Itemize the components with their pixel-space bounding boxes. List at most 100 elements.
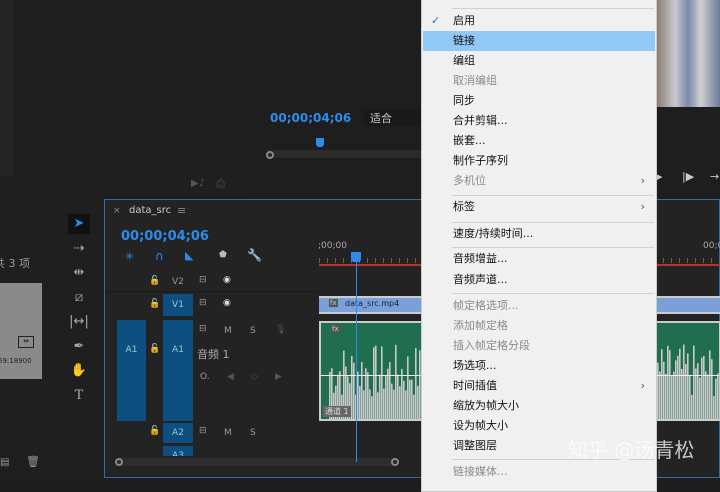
menu-item[interactable]: 嵌套... xyxy=(423,131,655,151)
waveform-bar xyxy=(699,377,701,419)
waveform-bar xyxy=(353,362,355,419)
waveform-bar xyxy=(393,389,395,419)
menu-item-label: 标签 xyxy=(453,200,475,213)
menu-item[interactable]: 多机位 › xyxy=(423,171,655,191)
menu-item[interactable]: 音频增益... xyxy=(423,249,655,269)
snap-icon[interactable]: ∩ xyxy=(155,249,164,263)
next-keyframe-icon[interactable]: ▶ xyxy=(275,372,282,382)
menu-item[interactable]: 取消编组 xyxy=(423,71,655,91)
track-a1-label[interactable]: A1 xyxy=(163,320,193,421)
program-zoom-handle[interactable] xyxy=(266,151,274,159)
menu-item-label: 帧定格选项... xyxy=(453,299,519,312)
menu-item[interactable]: 缩放为帧大小 xyxy=(423,396,655,416)
track-v1-label[interactable]: V1 xyxy=(163,294,193,316)
voiceover-mic-icon[interactable]: 🎙 xyxy=(275,325,286,335)
lock-icon[interactable]: 🔓 xyxy=(149,299,160,309)
clip-thumbnail[interactable]: ⇹ 59:18900 xyxy=(0,283,42,379)
type-tool-icon[interactable]: T xyxy=(68,386,90,406)
timeline-timecode[interactable]: 00;00;04;06 xyxy=(121,229,209,244)
track-a2-label[interactable]: A2 xyxy=(163,423,193,443)
menu-item[interactable]: 设为帧大小 xyxy=(423,416,655,436)
menu-item[interactable]: 插入帧定格分段 xyxy=(423,336,655,356)
trash-icon[interactable]: 🗑 xyxy=(26,455,40,468)
menu-item[interactable]: 时间插值 › xyxy=(423,376,655,396)
hand-tool-icon[interactable]: ✋ xyxy=(68,361,90,381)
menu-item[interactable]: 制作子序列 xyxy=(423,151,655,171)
menu-item[interactable]: 场选项... xyxy=(423,356,655,376)
menu-separator xyxy=(452,195,654,196)
menu-item[interactable]: 同步 xyxy=(423,91,655,111)
program-playhead[interactable] xyxy=(316,138,324,147)
step-forward-icon[interactable]: |▶ xyxy=(682,170,694,183)
timeline-playhead[interactable] xyxy=(351,252,361,262)
toggle-sync-icon[interactable]: ⊟ xyxy=(199,298,207,308)
mute-button[interactable]: M xyxy=(224,428,232,438)
toggle-sync-icon[interactable]: ⊟ xyxy=(199,275,207,285)
lock-icon[interactable]: 🔓 xyxy=(149,276,160,286)
solo-button[interactable]: S xyxy=(250,428,256,438)
waveform-bar xyxy=(371,396,373,419)
menu-item[interactable]: 标签 › xyxy=(423,197,655,217)
new-item-icon[interactable]: ▤ xyxy=(0,457,9,468)
menu-item[interactable]: 速度/持续时间... xyxy=(423,224,655,244)
waveform-bar xyxy=(403,380,405,419)
eye-icon[interactable]: ◉ xyxy=(223,298,231,308)
sequence-tab[interactable]: data_src xyxy=(129,205,171,216)
menu-item[interactable]: 添加帧定格 xyxy=(423,316,655,336)
razor-tool-icon[interactable]: ⧄ xyxy=(68,288,90,308)
track-v2-label[interactable]: V2 xyxy=(172,277,184,287)
menu-item[interactable]: 编组 xyxy=(423,51,655,71)
menu-item-label: 合并剪辑... xyxy=(453,114,508,127)
ripple-edit-tool-icon[interactable]: ⇹ xyxy=(68,263,90,283)
selection-tool-icon[interactable]: ➤ xyxy=(68,214,90,234)
panel-menu-icon[interactable]: ≡ xyxy=(177,204,186,217)
menu-item[interactable]: ✓ 启用 xyxy=(423,11,655,31)
menu-item[interactable]: 链接 xyxy=(423,31,655,51)
export-frame-icon[interactable]: ⎙ xyxy=(216,177,225,191)
tools-panel: ➤ ⇢ ⇹ ⧄ |↔| ✒ ✋ T xyxy=(60,199,102,478)
prev-keyframe-icon[interactable]: ◀ xyxy=(227,372,234,382)
menu-item-label: 场选项... xyxy=(453,359,497,372)
settings-wrench-icon[interactable]: 🔧 xyxy=(247,248,262,262)
waveform-bar xyxy=(669,350,671,419)
track-a1-name[interactable]: 音频 1 xyxy=(197,346,230,362)
waveform-bar xyxy=(417,385,419,419)
menu-item-label: 添加帧定格 xyxy=(453,319,508,332)
eye-icon[interactable]: ◉ xyxy=(223,275,231,285)
menu-item[interactable]: 合并剪辑... xyxy=(423,111,655,131)
horizontal-scrollbar[interactable] xyxy=(115,458,399,466)
close-tab-icon[interactable]: × xyxy=(113,206,121,216)
lock-icon[interactable]: 🔓 xyxy=(149,426,160,436)
insert-icon[interactable]: ▶♪ xyxy=(191,178,205,189)
source-a1-patch[interactable]: A1 xyxy=(117,320,146,421)
menu-item[interactable]: 音频声道... xyxy=(423,270,655,290)
keyframe-options-icon[interactable]: O. xyxy=(200,372,210,382)
linked-selection-icon[interactable]: ◣ xyxy=(185,249,193,262)
waveform-bar xyxy=(717,373,719,419)
menu-item[interactable]: 链接媒体... xyxy=(423,462,655,482)
waveform-bar xyxy=(385,375,387,419)
lock-icon[interactable]: 🔓 xyxy=(149,344,160,354)
pen-tool-icon[interactable]: ✒ xyxy=(68,337,90,357)
waveform-bar xyxy=(357,371,359,419)
track-select-tool-icon[interactable]: ⇢ xyxy=(68,239,90,259)
toggle-sync-icon[interactable]: ⊟ xyxy=(199,426,207,436)
slip-tool-icon[interactable]: |↔| xyxy=(68,312,90,332)
scroll-handle-right[interactable] xyxy=(391,458,399,466)
toggle-sync-icon[interactable]: ⊟ xyxy=(199,324,207,334)
program-timecode[interactable]: 00;00;04;06 xyxy=(270,111,351,125)
scroll-handle-left[interactable] xyxy=(115,458,123,466)
track-a3-label[interactable]: A3 xyxy=(163,446,193,456)
add-keyframe-icon[interactable]: ◇ xyxy=(251,372,258,382)
mute-button[interactable]: M xyxy=(224,326,232,336)
nest-toggle-icon[interactable]: ✳ xyxy=(125,250,134,263)
program-scrubber[interactable] xyxy=(266,150,426,158)
add-marker-icon[interactable]: ⬟ xyxy=(219,250,227,260)
waveform-bar xyxy=(663,361,665,419)
fit-dropdown[interactable]: 适合 xyxy=(364,110,424,126)
go-forward-icon[interactable]: → xyxy=(710,170,719,183)
menu-item[interactable]: 帧定格选项... xyxy=(423,296,655,316)
solo-button[interactable]: S xyxy=(250,326,256,336)
waveform-bar xyxy=(681,369,683,419)
waveform-bar xyxy=(705,371,707,419)
